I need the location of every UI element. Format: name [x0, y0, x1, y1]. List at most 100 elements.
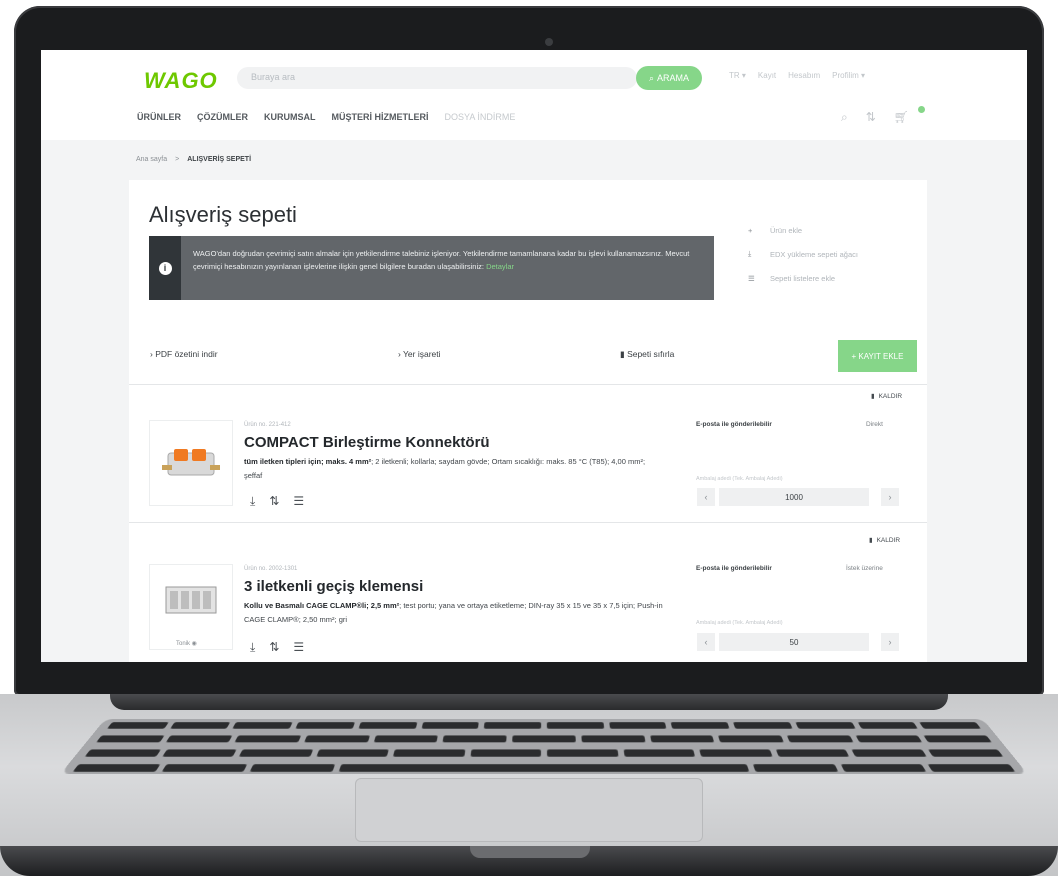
- remove-label: KALDIR: [878, 392, 903, 400]
- nav-solutions[interactable]: ÇÖZÜMLER: [197, 112, 248, 122]
- top-meta: TR ▾ Kayıt Hesabım Profilim ▾: [729, 71, 865, 80]
- increase-button[interactable]: ›: [881, 488, 899, 506]
- product-desc-bold: tüm iletken tipleri için; maks. 4 mm²: [244, 457, 372, 466]
- decrease-button[interactable]: ‹: [697, 633, 715, 651]
- search-button[interactable]: ⌕ ARAMA: [636, 66, 702, 90]
- product-desc-bold: Kollu ve Basmalı CAGE CLAMP®li; 2,5 mm²: [244, 601, 400, 610]
- nav-downloads[interactable]: DOSYA İNDİRME: [445, 112, 516, 122]
- compare-icon[interactable]: ⇅: [866, 110, 876, 125]
- add-to-list-action[interactable]: ☰ Sepeti listelere ekle: [748, 266, 858, 290]
- page-title: Alışveriş sepeti: [149, 202, 297, 227]
- quantity-input[interactable]: 50: [719, 633, 869, 651]
- quantity-stepper: ‹ 1000 ›: [697, 488, 899, 506]
- right-actions: + Ürün ekle ⤓ EDX yükleme sepeti ağacı ☰ Se…: [748, 218, 858, 290]
- add-product-action[interactable]: + Ürün ekle: [748, 218, 858, 242]
- thumb-label[interactable]: Tonik ◉: [176, 640, 197, 647]
- bookmark-link[interactable]: › Yer işareti: [398, 349, 441, 359]
- edx-action[interactable]: ⤓ EDX yükleme sepeti ağacı: [748, 242, 858, 266]
- info-notice: i WAGO'dan doğrudan çevrimiçi satın alma…: [149, 236, 714, 300]
- download-icon[interactable]: ⤓: [250, 640, 255, 655]
- register-link[interactable]: Kayıt: [758, 71, 776, 80]
- nav-icons: ⌕ ⇅ 🛒︎: [841, 110, 909, 125]
- nav-corporate[interactable]: KURUMSAL: [264, 112, 316, 122]
- language-selector[interactable]: TR ▾: [729, 71, 746, 80]
- profile-link[interactable]: Profilim ▾: [832, 71, 865, 80]
- camera: [545, 38, 553, 46]
- compare-icon[interactable]: ⇅: [269, 640, 279, 655]
- header: WAGO Buraya ara ⌕ ARAMA TR ▾ Kayıt Hesab…: [41, 50, 1027, 140]
- edx-label: EDX yükleme sepeti ağacı: [770, 249, 858, 259]
- add-to-list-icon[interactable]: ☰: [293, 640, 304, 655]
- search-icon[interactable]: ⌕: [841, 110, 848, 125]
- info-message: WAGO'dan doğrudan çevrimiçi satın almala…: [193, 249, 690, 271]
- search-placeholder: Buraya ara: [251, 72, 296, 82]
- quantity-input[interactable]: 1000: [719, 488, 869, 506]
- main-nav: ÜRÜNLER ÇÖZÜMLER KURUMSAL MÜŞTERİ HİZMET…: [137, 112, 515, 122]
- quantity-label: Ambalaj adedi (Tek. Ambalaj Adedi): [696, 620, 783, 626]
- product-title[interactable]: 3 iletkenli geçiş klemensi: [244, 578, 423, 595]
- search-input[interactable]: Buraya ara: [237, 67, 637, 89]
- breadcrumb-home[interactable]: Ana sayfa: [136, 156, 167, 163]
- trackpad: [355, 778, 703, 842]
- info-link[interactable]: Detaylar: [486, 262, 514, 271]
- breadcrumb: Ana sayfa > ALIŞVERİŞ SEPETİ: [136, 156, 251, 163]
- nav-products[interactable]: ÜRÜNLER: [137, 112, 181, 122]
- cart-badge: [918, 106, 925, 113]
- list-icon: ☰: [748, 273, 755, 283]
- product-image-2[interactable]: [149, 564, 233, 650]
- quantity-stepper: ‹ 50 ›: [697, 633, 899, 651]
- product-image-1[interactable]: [149, 420, 233, 506]
- product-actions: ⤓ ⇅ ☰: [250, 494, 304, 509]
- breadcrumb-separator: >: [175, 156, 180, 163]
- laptop-hinge: [110, 694, 948, 710]
- trash-icon: ▮: [620, 349, 625, 359]
- remove-item-2[interactable]: ▮ KALDIR: [869, 536, 901, 545]
- compare-icon[interactable]: ⇅: [269, 494, 279, 509]
- connector-image: [162, 449, 220, 476]
- quantity-label: Ambalaj adedi (Tek. Ambalaj Adedi): [696, 476, 783, 482]
- bookmark-label: Yer işareti: [403, 349, 441, 359]
- product-title[interactable]: COMPACT Birleştirme Konnektörü: [244, 434, 490, 451]
- remove-item-1[interactable]: ▮ KALDIR: [871, 392, 903, 401]
- shipping-value: Direkt: [866, 421, 883, 428]
- product-code: Ürün no. 2002-1301: [244, 566, 298, 572]
- terminal-block-image: [165, 586, 217, 614]
- download-icon[interactable]: ⤓: [250, 494, 255, 509]
- shipping-value: İstek üzerine: [846, 565, 883, 572]
- breadcrumb-current: ALIŞVERİŞ SEPETİ: [187, 156, 252, 163]
- add-to-list-label: Sepeti listelere ekle: [770, 273, 836, 283]
- info-icon: i: [158, 261, 172, 275]
- pdf-download-link[interactable]: › PDF özetini indir: [150, 349, 218, 359]
- cart-icon[interactable]: 🛒︎: [894, 110, 909, 125]
- trash-icon: ▮: [869, 537, 873, 544]
- increase-button[interactable]: ›: [881, 633, 899, 651]
- clear-cart-link[interactable]: ▮ Sepeti sıfırla: [620, 349, 674, 360]
- account-link[interactable]: Hesabım: [788, 71, 820, 80]
- trash-icon: ▮: [871, 393, 875, 400]
- product-description: tüm iletken tipleri için; maks. 4 mm²; 2…: [244, 455, 664, 483]
- search-icon: ⌕: [648, 72, 655, 83]
- nav-customer-service[interactable]: MÜŞTERİ HİZMETLERİ: [332, 112, 429, 122]
- wago-logo[interactable]: WAGO: [144, 68, 218, 94]
- plus-icon: +: [748, 225, 753, 235]
- add-to-list-icon[interactable]: ☰: [293, 494, 304, 509]
- add-product-label: Ürün ekle: [770, 225, 803, 235]
- keyboard: [60, 718, 1028, 774]
- product-description: Kollu ve Basmalı CAGE CLAMP®li; 2,5 mm²;…: [244, 599, 664, 627]
- divider: [129, 522, 927, 523]
- laptop-notch: [470, 846, 590, 858]
- info-text: WAGO'dan doğrudan çevrimiçi satın almala…: [193, 247, 693, 273]
- add-entry-button[interactable]: + KAYIT EKLE: [838, 340, 917, 372]
- remove-label: KALDIR: [876, 536, 901, 544]
- divider: [129, 384, 927, 385]
- shipping-label: E-posta ile gönderilebilir: [696, 565, 772, 572]
- upload-icon: ⤓: [748, 249, 752, 258]
- pdf-download-label: PDF özetini indir: [155, 349, 218, 359]
- product-code: Ürün no. 221-412: [244, 422, 291, 428]
- clear-cart-label: Sepeti sıfırla: [627, 349, 675, 359]
- info-side: i: [149, 236, 181, 300]
- decrease-button[interactable]: ‹: [697, 488, 715, 506]
- shipping-label: E-posta ile gönderilebilir: [696, 421, 772, 428]
- search-button-label: ARAMA: [657, 73, 690, 83]
- product-actions: ⤓ ⇅ ☰: [250, 640, 304, 655]
